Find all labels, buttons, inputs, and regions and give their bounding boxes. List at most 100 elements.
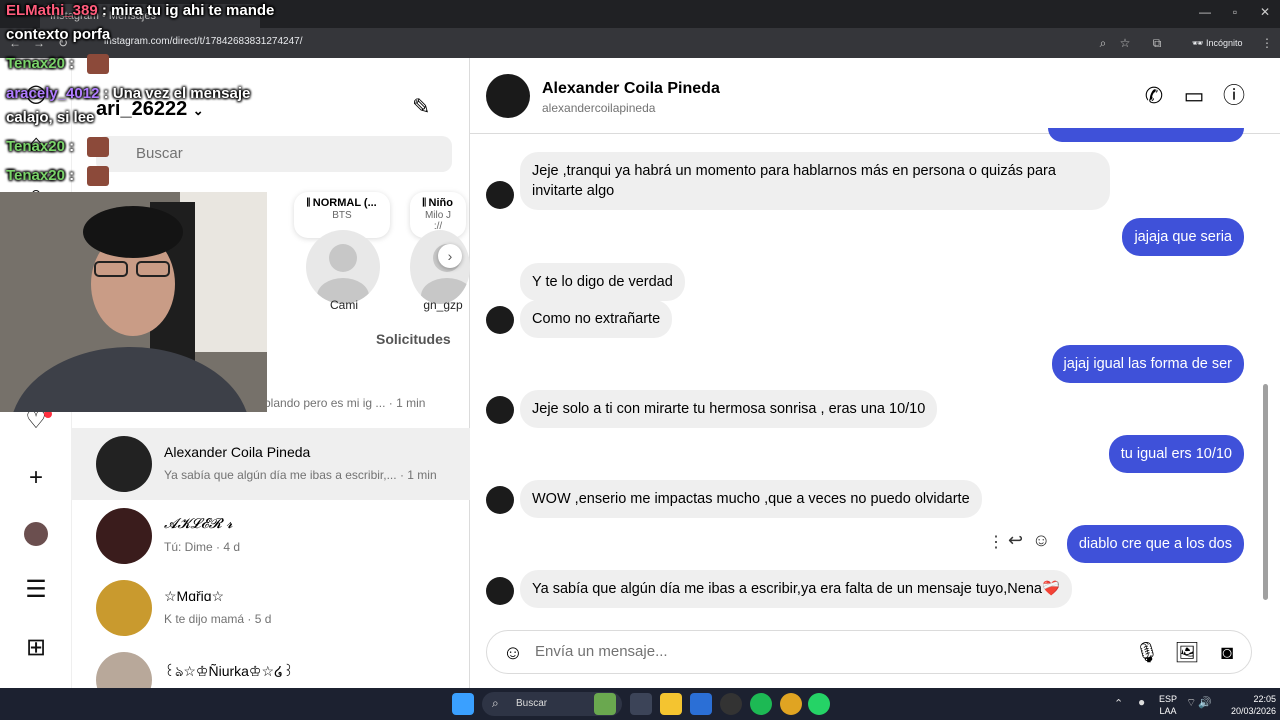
contact-avatar[interactable]: [486, 74, 530, 118]
message-input[interactable]: Envía un mensaje...: [535, 643, 668, 660]
emote-icon: [87, 166, 109, 186]
overlay-chat-line: ELMathi_389 : mira tu ig ahi te mande: [6, 2, 275, 19]
conversation-panel: Alexander Coila Pineda alexandercoilapin…: [470, 58, 1280, 688]
file-explorer-icon[interactable]: [660, 693, 682, 715]
create-plus-icon[interactable]: +: [20, 462, 52, 494]
reply-icon[interactable]: ↩: [1008, 530, 1023, 551]
contact-name[interactable]: Alexander Coila Pineda: [542, 80, 720, 98]
extensions-icon[interactable]: ⧉: [1148, 34, 1166, 52]
video-call-icon[interactable]: ▭: [1180, 82, 1208, 110]
avatar: [486, 486, 514, 514]
list-item[interactable]: Alexander Coila Pineda Ya sabía que algú…: [72, 428, 470, 500]
chat-name: ☆Mɑřiɑ☆: [164, 588, 225, 604]
message-out[interactable]: jajaj igual las forma de ser: [1051, 345, 1244, 383]
message-in[interactable]: Jeje solo a ti con mirarte tu hermosa so…: [520, 390, 938, 428]
list-item[interactable]: ☆Mɑřiɑ☆ K te dijo mamá · 5 d: [72, 572, 470, 644]
conversation-header: Alexander Coila Pineda alexandercoilapin…: [470, 58, 1280, 134]
message-composer[interactable]: ☺ Envía un mensaje... 🎙 🖼 ◙: [486, 630, 1252, 674]
task-view-icon[interactable]: [630, 693, 652, 715]
message-out-partial: [1048, 128, 1244, 142]
message-out[interactable]: diablo cre que a los dos: [1066, 525, 1244, 563]
avatar: [486, 306, 514, 334]
emote-icon: [87, 54, 109, 74]
image-icon[interactable]: 🖼: [1173, 639, 1201, 667]
chat-name: Alexander Coila Pineda: [164, 444, 311, 460]
note-title: 𝄃 NORMAL (...: [307, 197, 377, 209]
note-title: 𝄃 Niño: [423, 197, 453, 209]
chrome-icon[interactable]: [780, 693, 802, 715]
avatar: [486, 181, 514, 209]
react-emoji-icon[interactable]: ☺: [1032, 530, 1050, 551]
phone-call-icon[interactable]: ✆: [1140, 82, 1168, 110]
profile-avatar[interactable]: [24, 522, 48, 546]
note-subtitle: Milo J: [424, 210, 452, 221]
bookmark-star-icon[interactable]: ☆: [1116, 34, 1134, 52]
spotify-icon[interactable]: [750, 693, 772, 715]
sticker-icon[interactable]: ◙: [1213, 639, 1241, 667]
widget-icon[interactable]: [594, 693, 616, 715]
message-out[interactable]: tu igual ers 10/10: [1108, 435, 1244, 473]
network-volume-icon[interactable]: ⌔🔊: [1186, 696, 1214, 710]
avatar: [486, 396, 514, 424]
search-input[interactable]: Buscar: [96, 136, 452, 172]
windows-taskbar: ⌕ Buscar ⌃ ● ESP LAA ⌔🔊 22:05 20/03/2026: [0, 688, 1280, 720]
message-in[interactable]: WOW ,enserio me impactas mucho ,que a ve…: [520, 480, 982, 518]
note-subtitle: BTS: [332, 210, 352, 221]
overlay-chat-line: contexto porfa: [6, 26, 111, 43]
tray-chevron-icon[interactable]: ⌃: [1114, 697, 1123, 710]
message-out[interactable]: jajaja que seria: [1122, 218, 1244, 256]
microphone-icon[interactable]: 🎙: [1133, 639, 1161, 667]
chat-preview: blando pero es mi ig ... · 1 min: [264, 396, 426, 410]
scrollbar-thumb[interactable]: [1263, 384, 1268, 600]
more-options-icon[interactable]: ⋮: [988, 532, 1004, 552]
overlay-chat-line: Tenax20 :: [6, 55, 75, 72]
info-icon[interactable]: ⓘ: [1220, 82, 1248, 110]
overlay-chat-line: Tenax20 :: [6, 138, 75, 155]
avatar: [96, 652, 152, 688]
url-field[interactable]: instagram.com/direct/t/17842683831274247…: [104, 36, 302, 47]
chat-preview: K te dijo mamá · 5 d: [164, 612, 272, 626]
whatsapp-icon[interactable]: [808, 693, 830, 715]
menu-hamburger-icon[interactable]: ☰: [20, 574, 52, 606]
message-in[interactable]: Jeje ,tranqui ya habrá un momento para h…: [520, 152, 1110, 210]
address-bar: ← → ↻ instagram.com/direct/t/17842683831…: [0, 28, 1280, 58]
contact-handle: alexandercoilapineda: [542, 101, 656, 115]
clock[interactable]: 22:05 20/03/2026: [1220, 693, 1276, 717]
emote-icon: [87, 137, 109, 157]
story-avatar[interactable]: [306, 230, 380, 304]
list-item[interactable]: 𝓐𝓚𝓛𝓔𝓡 𝓻 Tú: Dime · 4 d: [72, 500, 470, 572]
message-in[interactable]: Como no extrañarte: [520, 300, 673, 338]
chat-preview: Tú: Dime · 4 d: [164, 540, 241, 554]
language-indicator[interactable]: ESP LAA: [1156, 693, 1180, 717]
minimize-icon[interactable]: —: [1190, 5, 1220, 23]
next-arrow-icon[interactable]: ›: [438, 244, 462, 268]
message-in[interactable]: Ya sabía que algún día me ibas a escribi…: [520, 570, 1073, 608]
overlay-chat-line: Tenax20 :: [6, 167, 75, 184]
requests-link[interactable]: Solicitudes: [376, 331, 451, 347]
chat-name: 𝓐𝓚𝓛𝓔𝓡 𝓻: [164, 516, 233, 532]
chat-name: ꒰ঌ☆♔Ñiurka♔☆໒꒱: [164, 663, 294, 679]
message-in[interactable]: Y te lo digo de verdad: [520, 263, 685, 301]
compose-icon[interactable]: ✎: [412, 94, 430, 120]
apps-grid-icon[interactable]: ⊞: [20, 632, 52, 664]
store-icon[interactable]: [690, 693, 712, 715]
avatar: [96, 508, 152, 564]
overlay-chat-line: aracely_4012 : Una vez el mensaje: [6, 85, 251, 102]
incognito-label: Incógnito: [1205, 38, 1243, 48]
close-icon[interactable]: ✕: [1250, 5, 1280, 23]
list-item[interactable]: ꒰ঌ☆♔Ñiurka♔☆໒꒱: [72, 644, 470, 688]
app-icon[interactable]: [720, 693, 742, 715]
story-avatar[interactable]: [410, 230, 470, 304]
menu-kebab-icon[interactable]: ⋮: [1258, 34, 1276, 52]
tray-app-icon[interactable]: ●: [1138, 695, 1145, 709]
incognito-badge[interactable]: 🕶 Incógnito: [1192, 34, 1242, 52]
avatar: [486, 577, 514, 605]
zoom-icon[interactable]: ⌕: [1094, 34, 1112, 52]
default-avatar-icon: [317, 244, 369, 304]
search-icon: ⌕: [492, 696, 499, 710]
windows-start-icon[interactable]: [452, 693, 474, 715]
avatar: [96, 580, 152, 636]
maximize-icon[interactable]: ▫: [1220, 5, 1250, 23]
webcam-overlay: [0, 192, 267, 412]
emoji-icon[interactable]: ☺: [499, 639, 527, 667]
